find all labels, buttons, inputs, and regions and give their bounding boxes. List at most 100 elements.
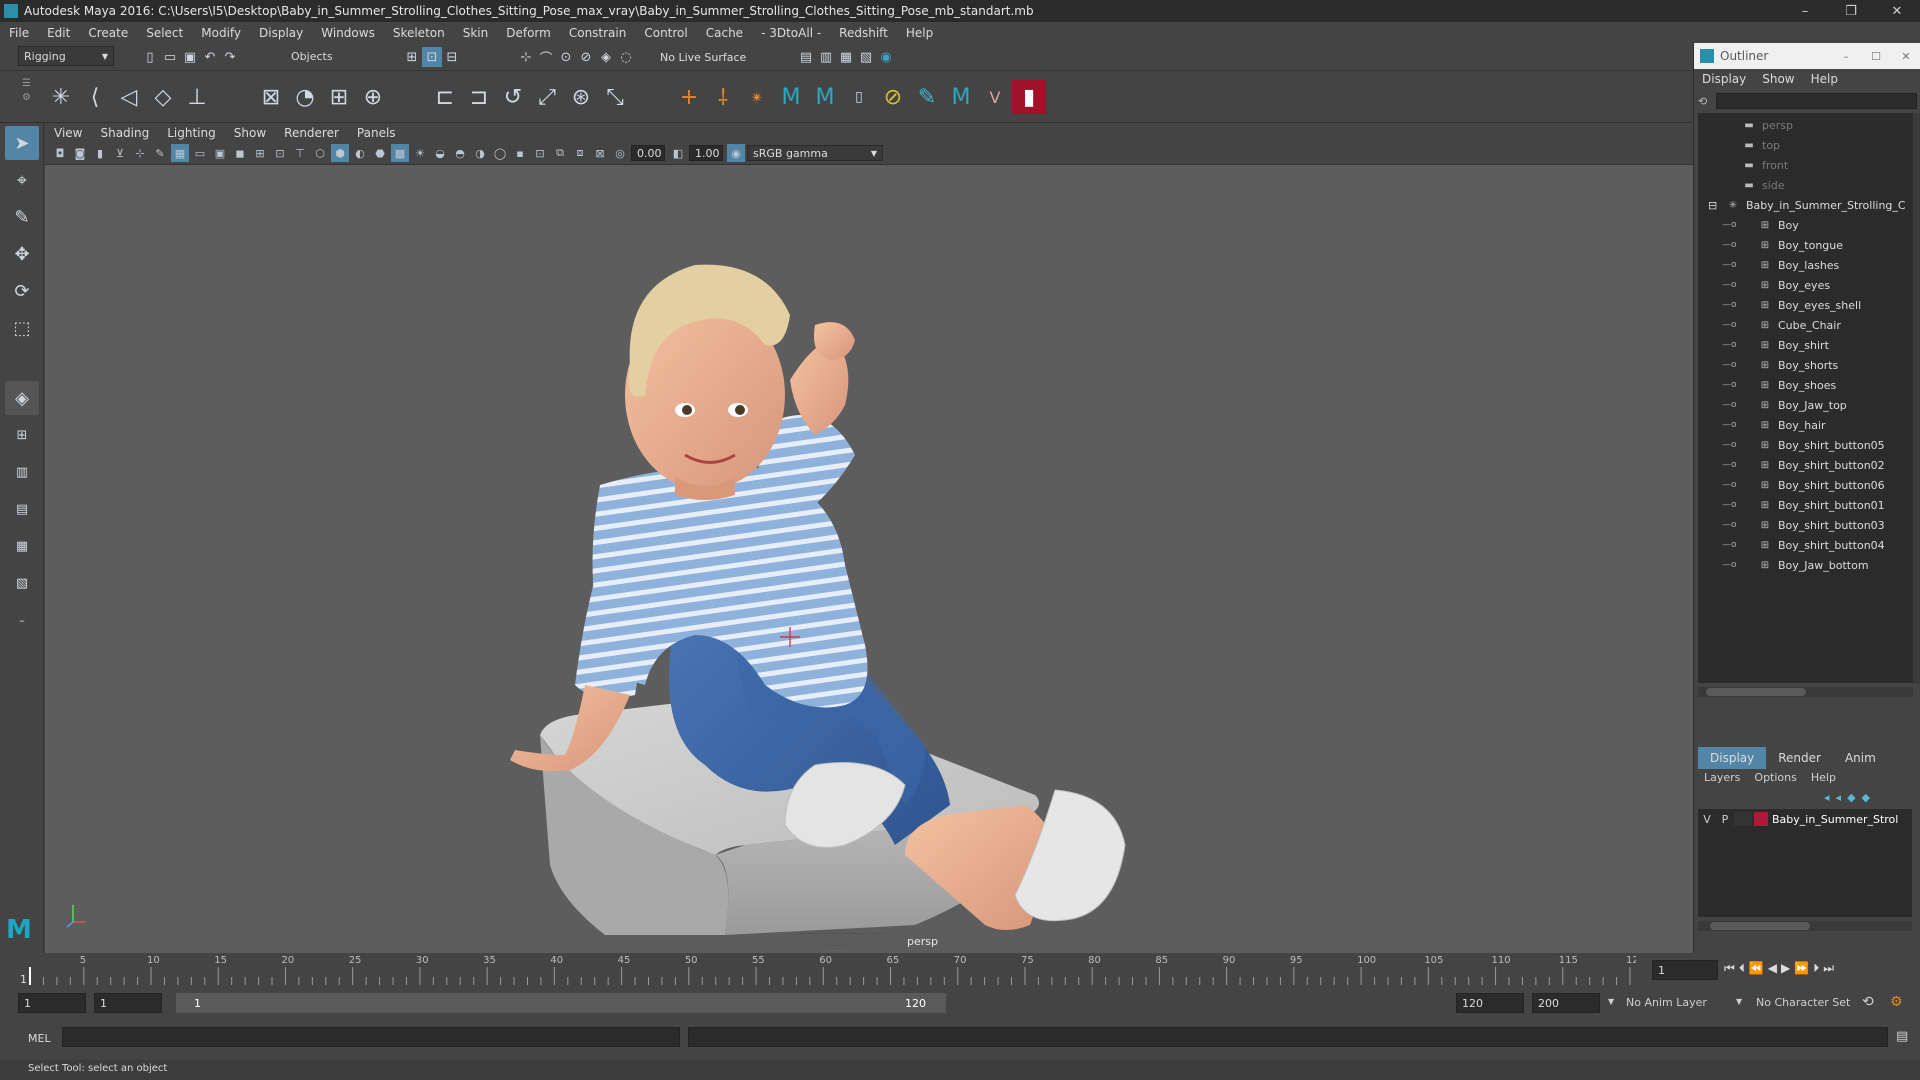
- collapse-icon[interactable]: ⊟: [1708, 199, 1717, 212]
- shelf-menu-icon[interactable]: ☰ ⚙: [22, 77, 32, 117]
- xray-icon[interactable]: ⧉: [551, 144, 569, 162]
- selection-mask-dropdown[interactable]: Objects: [286, 46, 382, 66]
- depth-of-field-icon[interactable]: ▪: [511, 144, 529, 162]
- maya-m2-icon[interactable]: M: [808, 80, 842, 114]
- move-layer-down-icon[interactable]: ◂: [1836, 791, 1842, 804]
- layer-color-swatch[interactable]: [1754, 812, 1768, 826]
- layer-menu-layers[interactable]: Layers: [1704, 771, 1740, 784]
- step-back-frame-icon[interactable]: ⏪: [1749, 961, 1764, 976]
- move-layer-up-icon[interactable]: ◂: [1824, 791, 1830, 804]
- outliner-maximize-icon[interactable]: ☐: [1861, 50, 1891, 63]
- constraint-scale-icon[interactable]: ⤢: [530, 80, 564, 114]
- move-tool-icon[interactable]: ✥: [5, 237, 39, 271]
- new-layer-selected-icon[interactable]: ◆: [1862, 791, 1870, 804]
- range-bar[interactable]: 1 120: [176, 993, 946, 1013]
- menu-3dtoall[interactable]: - 3DtoAll -: [752, 26, 830, 40]
- skeleton-icon[interactable]: ✴: [740, 80, 774, 114]
- menu-edit[interactable]: Edit: [38, 26, 79, 40]
- graph-persp-layout-icon[interactable]: ▤: [5, 492, 39, 526]
- outliner-item[interactable]: —o ⊞ Boy_shirt_button03: [1698, 515, 1913, 535]
- single-perspective-layout-icon[interactable]: ◈: [5, 381, 39, 415]
- outliner-item[interactable]: —o ⊞ Boy: [1698, 215, 1913, 235]
- xray-active-icon[interactable]: ⊠: [591, 144, 609, 162]
- script-icon[interactable]: ▯: [842, 80, 876, 114]
- lattice-icon[interactable]: ⊞: [322, 80, 356, 114]
- outliner-menu-help[interactable]: Help: [1803, 72, 1846, 86]
- open-scene-icon[interactable]: ▭: [160, 47, 180, 67]
- screen-space-ao-icon[interactable]: ◓: [451, 144, 469, 162]
- plugin-icon[interactable]: ⊘: [876, 80, 910, 114]
- vp-menu-show[interactable]: Show: [225, 126, 275, 140]
- render-current-icon[interactable]: ▥: [816, 47, 836, 67]
- vp-menu-view[interactable]: View: [45, 126, 91, 140]
- snap-view-icon[interactable]: ⊘: [576, 47, 596, 67]
- menu-control[interactable]: Control: [635, 26, 696, 40]
- scene-end-field[interactable]: 200: [1532, 993, 1600, 1013]
- snap-curve-icon[interactable]: ⌒: [536, 47, 556, 67]
- redo-icon[interactable]: ↷: [220, 47, 240, 67]
- lasso-tool-icon[interactable]: ⌖: [5, 163, 39, 197]
- go-to-end-icon[interactable]: ⏭: [1823, 961, 1834, 976]
- constraint-parent-icon[interactable]: ⊛: [564, 80, 598, 114]
- anti-aliasing-icon[interactable]: ◯: [491, 144, 509, 162]
- outliner-item[interactable]: —o ⊞ Boy_shirt: [1698, 335, 1913, 355]
- outliner-item[interactable]: —o ⊞ Boy_Jaw_bottom: [1698, 555, 1913, 575]
- outliner-item[interactable]: —o ⊞ Boy_shirt_button05: [1698, 435, 1913, 455]
- constraint-aim-icon[interactable]: ⊐: [462, 80, 496, 114]
- isolate-select-icon[interactable]: ⊡: [531, 144, 549, 162]
- view-transform-dropdown[interactable]: sRGB gamma ▼: [747, 145, 883, 161]
- outliner-menu-show[interactable]: Show: [1754, 72, 1802, 86]
- anim-layer-dropdown[interactable]: No Anim Layer: [1626, 996, 1707, 1009]
- outliner-item[interactable]: —o ⊞ Cube_Chair: [1698, 315, 1913, 335]
- outliner-item[interactable]: ⊟ ✳ Baby_in_Summer_Strolling_C: [1698, 195, 1913, 215]
- exposure-icon[interactable]: ◎: [611, 144, 629, 162]
- outliner-item[interactable]: ▬ persp: [1698, 115, 1913, 135]
- outliner-vscrollbar[interactable]: [1913, 113, 1920, 683]
- layer-visibility-toggle[interactable]: V: [1698, 813, 1716, 826]
- outliner-hscrollbar[interactable]: [1698, 687, 1913, 697]
- layer-menu-help[interactable]: Help: [1811, 771, 1836, 784]
- filter-icon[interactable]: ⟲: [1698, 95, 1716, 108]
- playback-start-field[interactable]: 1: [94, 993, 162, 1013]
- human-ik-icon[interactable]: ⸸: [706, 80, 740, 114]
- outliner-tree[interactable]: ▬ persp ▬ top ▬ front ▬ side ⊟ ✳ Baby_in_Summer_St…: [1698, 113, 1920, 697]
- close-button[interactable]: ✕: [1874, 0, 1920, 22]
- outliner-item[interactable]: —o ⊞ Boy_shoes: [1698, 375, 1913, 395]
- menu-deform[interactable]: Deform: [497, 26, 560, 40]
- layer-tab-display[interactable]: Display: [1698, 747, 1767, 769]
- safe-title-icon[interactable]: ⊤: [291, 144, 309, 162]
- snap-point-icon[interactable]: ⊙: [556, 47, 576, 67]
- color-management-icon[interactable]: ◉: [727, 144, 745, 162]
- minimize-button[interactable]: –: [1782, 0, 1828, 22]
- default-material-icon[interactable]: ◐: [351, 144, 369, 162]
- outliner-item[interactable]: —o ⊞ Boy_Jaw_top: [1698, 395, 1913, 415]
- grid-icon[interactable]: ▦: [171, 144, 189, 162]
- outliner-item[interactable]: —o ⊞ Boy_shirt_button01: [1698, 495, 1913, 515]
- vp-menu-renderer[interactable]: Renderer: [275, 126, 348, 140]
- outliner-item[interactable]: —o ⊞ Boy_eyes_shell: [1698, 295, 1913, 315]
- layer-tab-anim[interactable]: Anim: [1833, 747, 1888, 769]
- layer-playback-toggle[interactable]: P: [1716, 813, 1734, 826]
- resolution-gate-icon[interactable]: ▣: [211, 144, 229, 162]
- render-view-icon[interactable]: ▤: [796, 47, 816, 67]
- hypershade-icon[interactable]: ◉: [876, 47, 896, 67]
- menu-windows[interactable]: Windows: [312, 26, 384, 40]
- maya-m-icon[interactable]: M: [774, 80, 808, 114]
- image-plane-icon[interactable]: ⊻: [111, 144, 129, 162]
- camera-attr-icon[interactable]: ◙: [71, 144, 89, 162]
- current-frame-field[interactable]: 1: [1652, 960, 1718, 980]
- command-input[interactable]: [62, 1027, 680, 1047]
- maximize-button[interactable]: ❐: [1828, 0, 1874, 22]
- gamma-icon[interactable]: ◧: [669, 144, 687, 162]
- constraint-point-icon[interactable]: ⊏: [428, 80, 462, 114]
- menu-select[interactable]: Select: [137, 26, 192, 40]
- time-ruler[interactable]: 5 10 15 20 25 30 35 40 45 50 55 60 65 70 75 80 85 90 95 100…: [28, 953, 1636, 988]
- ik-handle-icon[interactable]: ⊥: [180, 80, 214, 114]
- outliner-menu-display[interactable]: Display: [1694, 72, 1754, 86]
- menu-skin[interactable]: Skin: [454, 26, 498, 40]
- mirror-joint-icon[interactable]: ◁: [112, 80, 146, 114]
- menu-modify[interactable]: Modify: [192, 26, 250, 40]
- hypershade-layout-icon[interactable]: ▦: [5, 529, 39, 563]
- gamma-field[interactable]: 1.00: [689, 145, 723, 161]
- outliner-item[interactable]: —o ⊞ Boy_shirt_button02: [1698, 455, 1913, 475]
